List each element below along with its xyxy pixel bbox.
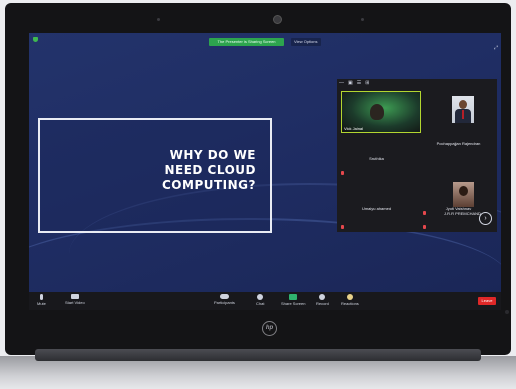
record-button[interactable]: Record: [316, 294, 329, 306]
share-screen-icon: [289, 294, 298, 300]
participant-tile[interactable]: Pochappajjan Rajendran: [419, 109, 498, 146]
meeting-toolbar: Mute Start Video Participants Chat Share…: [29, 292, 501, 310]
record-label: Record: [316, 301, 329, 306]
mute-button[interactable]: Mute: [37, 294, 46, 306]
fullscreen-icon[interactable]: ⤢: [494, 45, 498, 51]
leave-button[interactable]: Leave: [478, 297, 496, 305]
strip-view-icon[interactable]: ☰: [357, 80, 361, 87]
shared-slide: WHY DO WE NEED CLOUD COMPUTING?: [38, 118, 272, 233]
participant-tile[interactable]: Umaiyu ahamed: [337, 191, 416, 231]
laptop-hinge: [35, 349, 481, 361]
participant-name: Vick Jainal: [344, 126, 364, 131]
muted-mic-icon: [341, 225, 344, 229]
slide-title-line: COMPUTING?: [162, 178, 256, 192]
start-video-button[interactable]: Start Video: [65, 294, 85, 305]
view-options-button[interactable]: View Options: [291, 38, 321, 46]
sharing-banner: The Presenter is Sharing Screen: [209, 38, 284, 46]
mute-label: Mute: [37, 301, 46, 306]
reactions-icon: [346, 294, 353, 300]
encryption-shield-icon[interactable]: [33, 37, 38, 42]
participant-tile[interactable]: Sruthika: [337, 137, 416, 177]
participant-tile[interactable]: Jyoti Vaishnav: [419, 191, 498, 231]
video-camera-icon: [70, 294, 79, 299]
participant-name: Sruthika: [369, 156, 384, 161]
participants-label: Participants: [214, 300, 235, 305]
participant-name: Umaiyu ahamed: [361, 206, 392, 211]
slide-title-line: WHY DO WE: [169, 148, 256, 162]
reactions-button[interactable]: Reactions: [341, 294, 359, 306]
participant-video: [370, 104, 384, 120]
share-screen-label: Share Screen: [281, 301, 306, 306]
bezel-dot: [505, 310, 509, 314]
next-page-button[interactable]: ›: [479, 212, 492, 225]
participant-name: Pochappajjan Rajendran: [436, 141, 481, 146]
record-icon: [319, 294, 326, 300]
share-screen-button[interactable]: Share Screen: [281, 294, 305, 306]
participant-name: Jyoti Vaishnav: [445, 206, 472, 211]
minimize-icon[interactable]: —: [339, 80, 344, 87]
sensor-dot: [361, 18, 364, 21]
start-video-label: Start Video: [65, 300, 85, 305]
chat-icon: [257, 294, 264, 300]
muted-mic-icon: [423, 225, 426, 229]
slide-title-line: NEED CLOUD: [164, 163, 256, 177]
participant-video-tile[interactable]: Vick Jainal: [341, 91, 421, 133]
meeting-window: The Presenter is Sharing Screen View Opt…: [29, 33, 501, 310]
slide-title: WHY DO WE NEED CLOUD COMPUTING?: [136, 148, 256, 193]
microphone-icon: [39, 294, 43, 300]
chat-button[interactable]: Chat: [256, 294, 264, 306]
gallery-toolbar: — ▣ ☰ ⊞: [339, 80, 369, 87]
gallery-view-icon[interactable]: ⊞: [365, 80, 369, 87]
webcam: [273, 15, 282, 24]
muted-mic-icon: [341, 171, 344, 175]
reactions-label: Reactions: [341, 301, 359, 306]
participants-button[interactable]: Participants: [214, 294, 235, 305]
chat-label: Chat: [256, 301, 265, 306]
speaker-view-icon[interactable]: ▣: [348, 80, 353, 87]
hp-logo: hp: [262, 321, 277, 336]
sensor-dot: [157, 18, 160, 21]
participants-icon: [219, 294, 229, 299]
participant-gallery: — ▣ ☰ ⊞ Vick Jainal Pochappajjan Rajendr…: [337, 79, 497, 232]
